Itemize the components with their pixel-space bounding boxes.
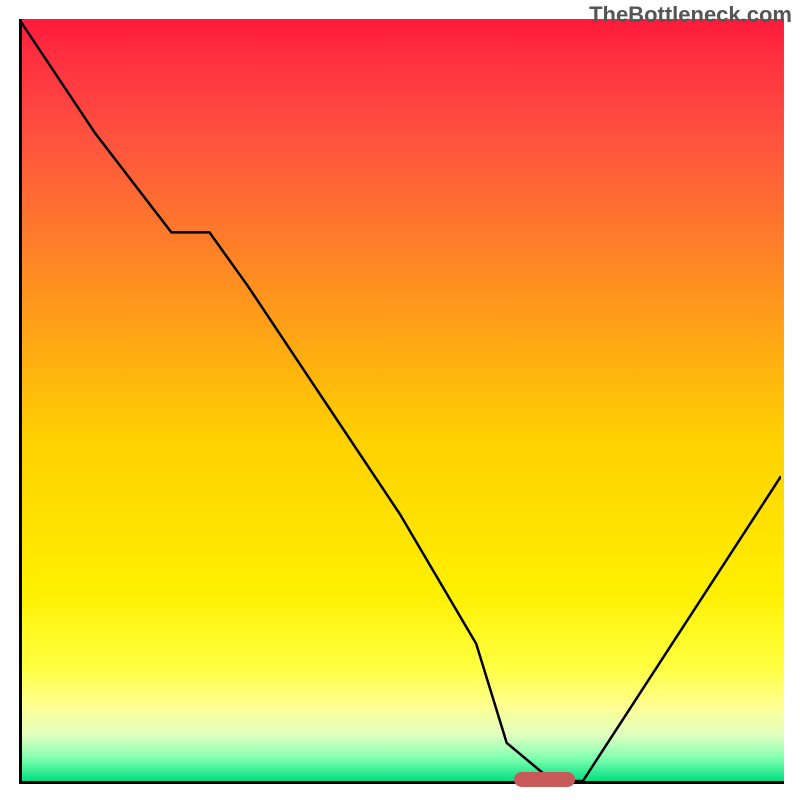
- bottleneck-curve: [19, 19, 781, 781]
- chart-container: TheBottleneck.com: [0, 0, 800, 800]
- watermark-text: TheBottleneck.com: [589, 2, 792, 28]
- optimal-marker: [514, 772, 575, 787]
